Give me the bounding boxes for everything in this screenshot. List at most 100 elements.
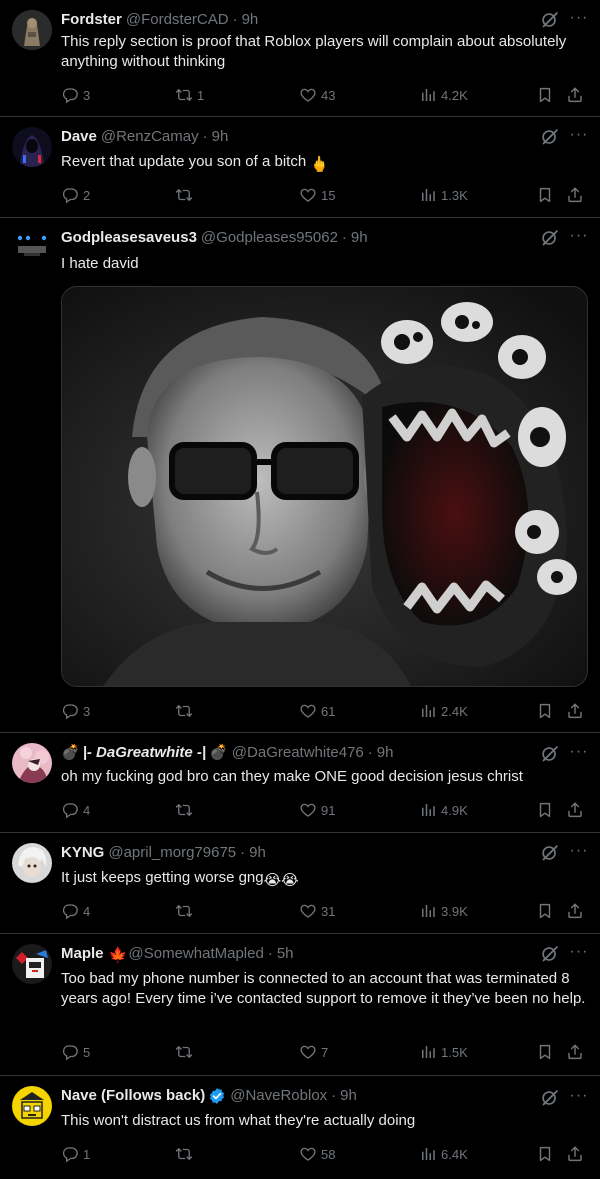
grok-icon[interactable] xyxy=(539,126,561,148)
grok-icon[interactable] xyxy=(539,9,561,31)
reply-button[interactable]: 2 xyxy=(61,185,90,205)
bookmark-button[interactable] xyxy=(536,185,554,205)
reply-button[interactable]: 3 xyxy=(61,85,90,105)
more-options-icon[interactable]: ··· xyxy=(568,841,590,863)
share-button[interactable] xyxy=(566,1144,584,1164)
more-options-icon[interactable]: ··· xyxy=(568,8,590,30)
views-button[interactable]: 2.4K xyxy=(419,701,468,721)
user-handle[interactable]: @Godpleases95062 xyxy=(201,228,338,248)
display-name[interactable]: Dave xyxy=(61,127,97,147)
bookmark-button[interactable] xyxy=(536,701,554,721)
post-time[interactable]: 9h xyxy=(351,228,368,248)
views-button[interactable]: 1.5K xyxy=(419,1042,468,1062)
repost-button[interactable] xyxy=(175,701,197,721)
action-bar: 2 15 1.3K xyxy=(61,185,591,205)
like-button[interactable]: 61 xyxy=(299,701,335,721)
share-button[interactable] xyxy=(566,1042,584,1062)
share-button[interactable] xyxy=(566,901,584,921)
share-button[interactable] xyxy=(566,701,584,721)
reply-button[interactable]: 5 xyxy=(61,1042,90,1062)
views-button[interactable]: 1.3K xyxy=(419,185,468,205)
post-time[interactable]: 5h xyxy=(277,944,294,964)
share-button[interactable] xyxy=(566,800,584,820)
views-button[interactable]: 3.9K xyxy=(419,901,468,921)
avatar[interactable] xyxy=(12,10,52,50)
reply-button[interactable]: 1 xyxy=(61,1144,90,1164)
repost-button[interactable] xyxy=(175,185,197,205)
post[interactable]: Fordster @FordsterCAD · 9h ··· This repl… xyxy=(0,0,600,117)
post[interactable]: KYNG @april_morg79675 · 9h ··· It just k… xyxy=(0,833,600,934)
post-time[interactable]: 9h xyxy=(340,1086,357,1106)
post-text: This reply section is proof that Roblox … xyxy=(61,33,567,70)
share-button[interactable] xyxy=(566,85,584,105)
view-count: 3.9K xyxy=(441,903,468,919)
bookmark-button[interactable] xyxy=(536,85,554,105)
verified-badge-icon[interactable] xyxy=(208,1087,226,1105)
repost-button[interactable]: 1 xyxy=(175,85,204,105)
like-button[interactable]: 7 xyxy=(299,1042,328,1062)
post[interactable]: 💣 |- DaGreatwhite -| 💣 @DaGreatwhite476 … xyxy=(0,733,600,833)
display-name[interactable]: Godpleasesaveus3 xyxy=(61,228,197,248)
post-image[interactable] xyxy=(61,286,588,687)
share-button[interactable] xyxy=(566,185,584,205)
bookmark-button[interactable] xyxy=(536,800,554,820)
views-button[interactable]: 4.9K xyxy=(419,800,468,820)
user-handle[interactable]: @NaveRoblox xyxy=(230,1086,327,1106)
user-handle[interactable]: @april_morg79675 xyxy=(108,843,236,863)
repost-button[interactable] xyxy=(175,901,197,921)
repost-icon xyxy=(175,801,193,819)
avatar[interactable] xyxy=(12,228,52,268)
post-time[interactable]: 9h xyxy=(249,843,266,863)
post-time[interactable]: 9h xyxy=(242,10,259,30)
repost-button[interactable] xyxy=(175,800,197,820)
post[interactable]: Maple 🍁 @SomewhatMapled · 5h ··· Too bad… xyxy=(0,934,600,1076)
repost-button[interactable] xyxy=(175,1144,197,1164)
grok-icon[interactable] xyxy=(539,943,561,965)
grok-icon[interactable] xyxy=(539,227,561,249)
more-options-icon[interactable]: ··· xyxy=(568,1086,590,1108)
more-options-icon[interactable]: ··· xyxy=(568,942,590,964)
bookmark-button[interactable] xyxy=(536,1042,554,1062)
display-name[interactable]: |- DaGreatwhite -| xyxy=(83,743,206,763)
post-time[interactable]: 9h xyxy=(377,743,394,763)
post[interactable]: Godpleasesaveus3 @Godpleases95062 · 9h ·… xyxy=(0,218,600,733)
views-button[interactable]: 4.2K xyxy=(419,85,468,105)
avatar[interactable] xyxy=(12,944,52,984)
avatar[interactable] xyxy=(12,843,52,883)
display-name[interactable]: Fordster xyxy=(61,10,122,30)
post[interactable]: Dave @RenzCamay · 9h ··· Revert that upd… xyxy=(0,117,600,218)
avatar[interactable] xyxy=(12,743,52,783)
grok-icon[interactable] xyxy=(539,842,561,864)
like-button[interactable]: 15 xyxy=(299,185,335,205)
display-name[interactable]: KYNG xyxy=(61,843,104,863)
avatar[interactable] xyxy=(12,127,52,167)
display-name[interactable]: Maple xyxy=(61,944,104,964)
grok-icon[interactable] xyxy=(539,743,561,765)
repost-button[interactable] xyxy=(175,1042,197,1062)
more-options-icon[interactable]: ··· xyxy=(568,742,590,764)
bookmark-button[interactable] xyxy=(536,1144,554,1164)
view-count: 1.3K xyxy=(441,187,468,203)
reply-button[interactable]: 3 xyxy=(61,701,90,721)
user-handle[interactable]: @RenzCamay xyxy=(101,127,199,147)
reply-count: 4 xyxy=(83,903,91,919)
display-name[interactable]: Nave (Follows back) xyxy=(61,1086,205,1106)
user-handle[interactable]: @FordsterCAD xyxy=(126,10,229,30)
like-button[interactable]: 43 xyxy=(299,85,335,105)
user-handle[interactable]: @SomewhatMapled xyxy=(129,944,264,964)
user-handle[interactable]: @DaGreatwhite476 xyxy=(232,743,364,763)
repost-icon xyxy=(175,702,193,720)
like-button[interactable]: 91 xyxy=(299,800,335,820)
more-options-icon[interactable]: ··· xyxy=(568,226,590,248)
views-button[interactable]: 6.4K xyxy=(419,1144,468,1164)
bookmark-button[interactable] xyxy=(536,901,554,921)
reply-button[interactable]: 4 xyxy=(61,901,90,921)
avatar[interactable] xyxy=(12,1086,52,1126)
like-button[interactable]: 58 xyxy=(299,1144,335,1164)
reply-button[interactable]: 4 xyxy=(61,800,90,820)
post-time[interactable]: 9h xyxy=(212,127,229,147)
more-options-icon[interactable]: ··· xyxy=(568,125,590,147)
grok-icon[interactable] xyxy=(539,1087,561,1109)
post[interactable]: Nave (Follows back) @NaveRoblox · 9h ···… xyxy=(0,1076,600,1179)
like-button[interactable]: 31 xyxy=(299,901,335,921)
